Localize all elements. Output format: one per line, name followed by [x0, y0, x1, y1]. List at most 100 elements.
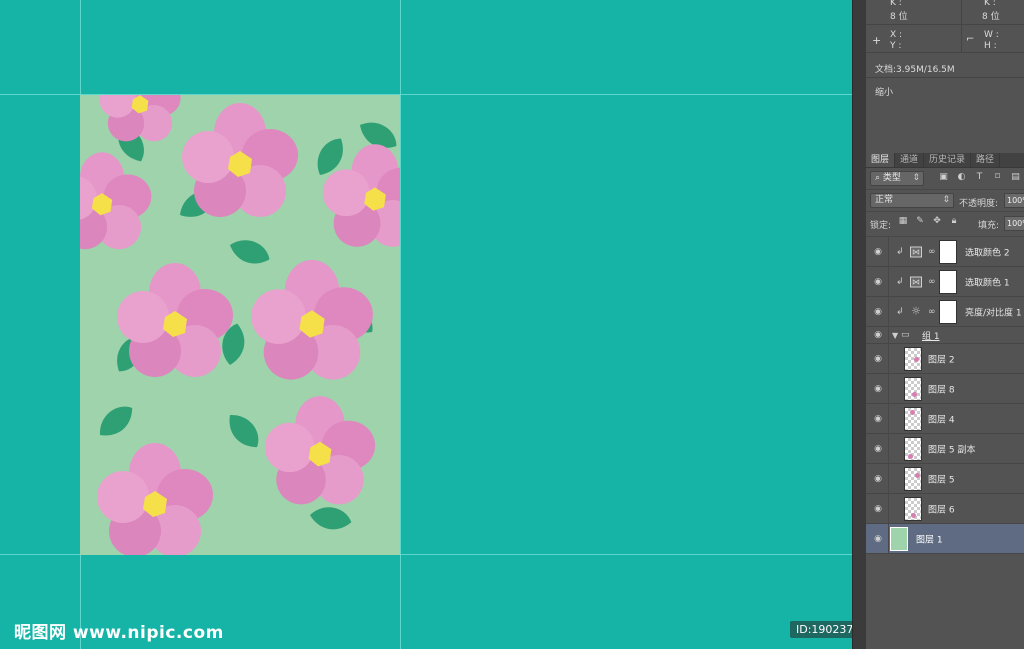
layer-name[interactable]: 图层 1: [916, 532, 943, 545]
layer-group-row[interactable]: ◉ ▼ ▭ 组 1: [866, 327, 1024, 344]
floral-pattern-artwork: [80, 95, 400, 555]
opacity-label: 不透明度:: [959, 199, 999, 209]
opacity-input[interactable]: 100%: [1004, 193, 1024, 208]
layer-mask-thumbnail[interactable]: [939, 300, 957, 324]
eye-divider: [888, 434, 889, 463]
visibility-eye-icon[interactable]: ◉: [872, 444, 884, 453]
lock-transparency-icon[interactable]: ▦: [898, 216, 908, 227]
visibility-eye-icon[interactable]: ◉: [872, 247, 884, 256]
layer-row-base-selected[interactable]: ◉ 图层 1: [866, 524, 1024, 554]
layer-thumbnail[interactable]: [904, 347, 922, 371]
document-size: 文档:3.95M/16.5M: [875, 65, 955, 75]
clipping-arrow-icon: ↲: [896, 276, 904, 287]
adjustment-filter-icon[interactable]: ◐: [956, 172, 967, 183]
layer-thumbnail[interactable]: [904, 467, 922, 491]
info-y-label: Y :: [890, 41, 902, 51]
eye-divider: [888, 267, 889, 296]
layer-thumbnail[interactable]: [904, 407, 922, 431]
info-divider: [866, 24, 1024, 25]
selective-color-icon: ⋈: [910, 276, 922, 287]
blend-mode-value: 正常: [875, 195, 894, 205]
tab-channels[interactable]: 通道: [895, 153, 925, 167]
link-chain-icon[interactable]: ∞: [928, 247, 936, 257]
layer-thumbnail[interactable]: [890, 527, 908, 551]
tab-history[interactable]: 历史记录: [924, 153, 972, 167]
layer-name[interactable]: 图层 8: [928, 382, 955, 395]
layer-row-brightness-contrast-1[interactable]: ◉ ↲ ☼ ∞ 亮度/对比度 1: [866, 297, 1024, 327]
lock-move-icon[interactable]: ✥: [932, 216, 942, 227]
layer-name[interactable]: 选取颜色 1: [965, 275, 1010, 288]
visibility-eye-icon[interactable]: ◉: [872, 474, 884, 483]
status-text: 缩小: [875, 88, 894, 98]
thumbnail-flower-dot: [908, 454, 913, 459]
eye-divider: [888, 464, 889, 493]
document-canvas[interactable]: [80, 95, 400, 555]
info-w-label: W :: [984, 30, 999, 40]
layer-name[interactable]: 图层 5 副本: [928, 442, 975, 455]
watermark-site: 昵图网 www.nipic.com: [14, 623, 224, 643]
layer-thumbnail[interactable]: [904, 437, 922, 461]
layer-filter-value: 类型: [882, 173, 901, 183]
watermark-id: ID:19023753 NO:20211222232913341102: [790, 621, 852, 638]
fill-input[interactable]: 100%: [1004, 216, 1024, 231]
group-name[interactable]: 组 1: [922, 329, 940, 342]
selection-size-icon: ⌐: [966, 34, 975, 45]
layer-name[interactable]: 图层 5: [928, 472, 955, 485]
layer-name[interactable]: 亮度/对比度 1: [965, 305, 1022, 318]
link-chain-icon[interactable]: ∞: [928, 277, 936, 287]
thumbnail-flower-dot: [910, 410, 915, 415]
visibility-eye-icon[interactable]: ◉: [872, 277, 884, 286]
layer-filter-select[interactable]: ⌕ 类型 ⇕: [870, 171, 924, 186]
layer-row[interactable]: ◉ 图层 2: [866, 344, 1024, 374]
visibility-eye-icon[interactable]: ◉: [872, 534, 884, 543]
layer-row[interactable]: ◉ 图层 5 副本: [866, 434, 1024, 464]
canvas-area[interactable]: 昵图网 www.nipic.com ID:19023753 NO:2021122…: [0, 0, 852, 649]
layer-mask-thumbnail[interactable]: [939, 270, 957, 294]
pixel-filter-icon[interactable]: ▣: [938, 172, 949, 183]
info-divider: [961, 0, 962, 52]
visibility-eye-icon[interactable]: ◉: [872, 354, 884, 363]
smart-object-filter-icon[interactable]: ▤: [1010, 172, 1021, 183]
layer-row[interactable]: ◉ 图层 4: [866, 404, 1024, 434]
layer-mask-thumbnail[interactable]: [939, 240, 957, 264]
layer-row-selective-color-2[interactable]: ◉ ↲ ⋈ ∞ 选取颜色 2: [866, 237, 1024, 267]
type-filter-icon[interactable]: T: [974, 172, 985, 183]
blend-mode-select[interactable]: 正常 ⇕: [870, 193, 954, 208]
visibility-eye-icon[interactable]: ◉: [872, 414, 884, 423]
thumbnail-flower-dot: [914, 357, 919, 362]
lock-paint-icon[interactable]: ✎: [915, 216, 925, 227]
layers-tab-bar: 图层 通道 历史记录 路径: [866, 153, 1024, 168]
clipping-arrow-icon: ↲: [896, 306, 904, 317]
eye-divider: [888, 404, 889, 433]
visibility-eye-icon[interactable]: ◉: [872, 307, 884, 316]
clipping-arrow-icon: ↲: [896, 246, 904, 257]
layer-thumbnail[interactable]: [904, 377, 922, 401]
tab-layers[interactable]: 图层: [866, 153, 896, 167]
eye-divider: [888, 374, 889, 403]
visibility-eye-icon[interactable]: ◉: [872, 504, 884, 513]
layer-name[interactable]: 图层 4: [928, 412, 955, 425]
eye-divider: [888, 524, 889, 553]
visibility-eye-icon[interactable]: ◉: [872, 331, 884, 340]
layer-name[interactable]: 图层 2: [928, 352, 955, 365]
layer-row-selective-color-1[interactable]: ◉ ↲ ⋈ ∞ 选取颜色 1: [866, 267, 1024, 297]
link-chain-icon[interactable]: ∞: [928, 307, 936, 317]
layer-row[interactable]: ◉ 图层 5: [866, 464, 1024, 494]
crosshair-icon: +: [872, 34, 882, 47]
layer-name[interactable]: 图层 6: [928, 502, 955, 515]
layer-name[interactable]: 选取颜色 2: [965, 245, 1010, 258]
info-divider: [866, 52, 1024, 53]
tab-paths[interactable]: 路径: [971, 153, 1001, 167]
eye-divider: [888, 237, 889, 266]
group-expand-caret-icon[interactable]: ▼: [892, 331, 898, 340]
layer-row[interactable]: ◉ 图层 6: [866, 494, 1024, 524]
thumbnail-flower-dot: [911, 513, 916, 518]
brightness-contrast-icon: ☼: [911, 304, 921, 317]
lock-all-icon[interactable]: 🔒︎: [949, 216, 959, 227]
panel-collapse-bar[interactable]: [852, 0, 866, 649]
layer-thumbnail[interactable]: [904, 497, 922, 521]
visibility-eye-icon[interactable]: ◉: [872, 384, 884, 393]
shape-filter-icon[interactable]: ⌑: [992, 172, 1003, 183]
layer-row[interactable]: ◉ 图层 8: [866, 374, 1024, 404]
guide-vertical-right[interactable]: [400, 0, 401, 649]
